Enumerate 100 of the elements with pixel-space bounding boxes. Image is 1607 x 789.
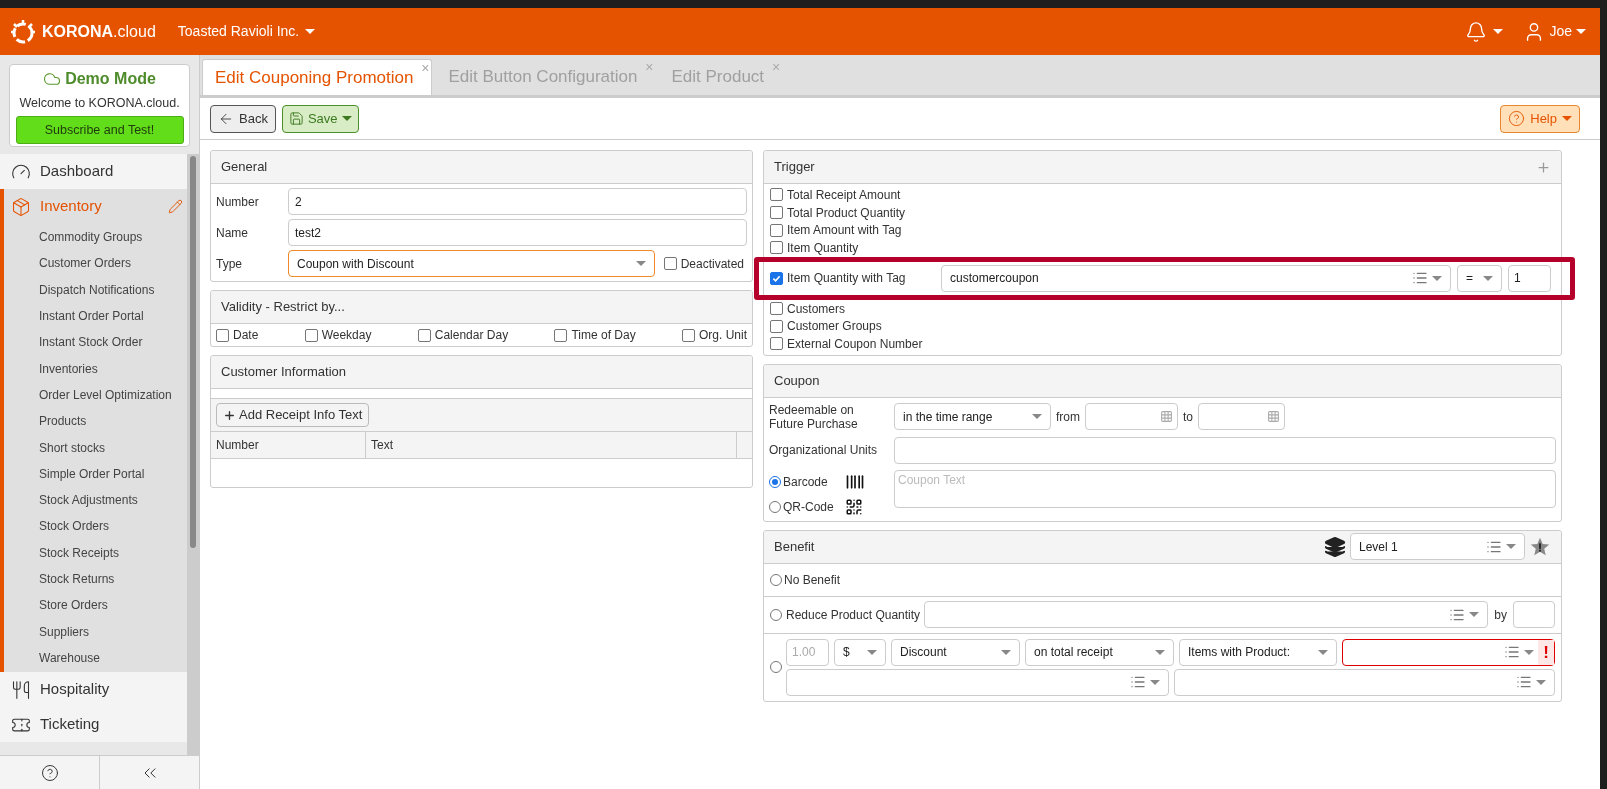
checkbox[interactable] [770, 337, 783, 351]
save-button[interactable]: Save [281, 104, 359, 133]
nav-subitem[interactable]: Store Orders [4, 592, 187, 619]
checkbox[interactable] [770, 319, 783, 333]
nav-subitem[interactable]: Simple Order Portal [4, 460, 187, 487]
coupon-text-field[interactable]: Coupon Text [894, 469, 1556, 508]
field-label: Number [216, 193, 260, 211]
edit-icon[interactable] [168, 199, 183, 214]
checkbox[interactable] [417, 328, 431, 342]
currency-select[interactable]: $ [834, 638, 886, 666]
calendar-icon [1160, 410, 1173, 424]
field-label: Name [216, 224, 249, 242]
time-range-select[interactable]: in the time range [894, 403, 1051, 431]
nav-icon [11, 679, 31, 700]
checkbox[interactable] [682, 328, 695, 342]
nav-subitem[interactable]: Customer Orders [4, 250, 187, 277]
radio-button[interactable] [770, 608, 782, 621]
checkbox[interactable] [663, 257, 677, 270]
caret-icon [1483, 275, 1493, 281]
nav-subitem[interactable]: Stock Returns [4, 565, 187, 593]
back-button[interactable]: Back [210, 104, 276, 133]
date-field[interactable] [1085, 403, 1178, 431]
nav-subitem[interactable]: Suppliers [4, 618, 187, 645]
nav-subitem[interactable]: Dispatch Notifications [4, 276, 187, 303]
checkbox[interactable] [770, 188, 783, 202]
subscribe-button[interactable]: Subscribe and Test! [15, 115, 184, 144]
nav-subitem[interactable]: Commodity Groups [4, 224, 187, 251]
checkbox[interactable] [770, 223, 783, 237]
caret-icon [1469, 612, 1480, 618]
amount-field[interactable]: 1.00 [786, 638, 829, 666]
field-label: by [1494, 606, 1507, 624]
checkbox[interactable] [770, 241, 783, 255]
field-label: Type [216, 255, 243, 273]
caret-icon [635, 261, 646, 266]
type-select[interactable]: Coupon with Discount [288, 250, 655, 277]
radio-button[interactable] [770, 661, 782, 674]
add-icon[interactable] [1536, 159, 1551, 175]
radio-button[interactable] [770, 573, 782, 586]
notifications-button[interactable] [1465, 20, 1504, 43]
tab[interactable]: Edit Couponing Promotion × [202, 59, 433, 95]
radio-label: QR-Code [783, 498, 835, 516]
nav-item[interactable]: Ticketing [0, 707, 187, 743]
radio-label: No Benefit [784, 571, 841, 589]
input-field[interactable]: test2 [288, 219, 747, 246]
brand-logo[interactable]: KORONA.cloud [42, 19, 156, 44]
nav-subitem[interactable]: Stock Orders [4, 513, 187, 540]
tag-select[interactable]: customercoupon [941, 264, 1451, 292]
checkbox[interactable] [770, 206, 783, 220]
panel-title: Customer Information [221, 363, 347, 382]
nav-item[interactable]: Hospitality [0, 672, 187, 708]
caret-icon [867, 649, 877, 655]
checkbox-label: Weekday [321, 327, 372, 344]
radio-button[interactable] [769, 475, 781, 488]
radio-button[interactable] [769, 500, 781, 513]
nav-subitem[interactable]: Short stocks [4, 434, 187, 461]
nav-subitem[interactable]: Warehouse [4, 644, 187, 672]
field-label: from [1056, 408, 1080, 426]
checkbox-label: Total Receipt Amount [787, 186, 901, 204]
checkbox[interactable] [770, 271, 783, 285]
target-select[interactable]: Items with Product: [1179, 638, 1337, 666]
caret-icon [1032, 414, 1042, 420]
discount-type-select[interactable]: Discount [891, 638, 1020, 666]
checkbox[interactable] [554, 328, 568, 342]
date-field[interactable] [1198, 403, 1285, 431]
field-label: to [1183, 408, 1193, 426]
nav-subitem[interactable]: Instant Stock Order [4, 329, 187, 356]
nav-subitem[interactable]: Order Level Optimization [4, 381, 187, 409]
caret-icon [1493, 29, 1504, 34]
product-select[interactable]: ! [1342, 638, 1555, 666]
input-field[interactable]: 2 [288, 188, 747, 215]
welcome-text: Welcome to KORONA.cloud. [19, 95, 180, 113]
checkbox-label: Org. Unit [699, 327, 747, 344]
checkbox[interactable] [304, 328, 318, 342]
plus-icon [223, 408, 236, 422]
nav-subitem[interactable]: Instant Order Portal [4, 302, 187, 330]
user-menu[interactable]: Joe [1523, 20, 1586, 43]
input-field[interactable] [894, 436, 1556, 464]
help-icon [1508, 110, 1526, 127]
panel-title: Validity - Restrict by... [221, 298, 346, 317]
nav-subitem[interactable]: Products [4, 408, 187, 435]
company-dropdown[interactable]: Toasted Ravioli Inc. [177, 21, 316, 42]
checkbox[interactable] [770, 302, 783, 316]
error-icon: ! [1538, 639, 1554, 665]
nav-subitem[interactable]: Inventories [4, 355, 187, 382]
checkbox[interactable] [216, 328, 229, 342]
level-select[interactable]: Level 1 [1350, 533, 1525, 561]
input-field[interactable] [1513, 601, 1555, 629]
operator-select[interactable]: = [1457, 264, 1502, 292]
layers-icon [1324, 535, 1346, 558]
add-receipt-button[interactable]: Add Receipt Info Text [216, 403, 370, 427]
caret-icon [1536, 679, 1546, 685]
caret-icon [1150, 679, 1160, 685]
input-field[interactable]: 1 [1508, 264, 1551, 292]
radio-label: Barcode [783, 473, 829, 491]
nav-item[interactable]: Dashboard [0, 154, 187, 189]
caret-icon [1155, 649, 1165, 655]
scope-select[interactable]: on total receipt [1025, 638, 1174, 666]
caret-icon [1432, 275, 1442, 281]
nav-subitem[interactable]: Stock Receipts [4, 539, 187, 566]
nav-subitem[interactable]: Stock Adjustments [4, 486, 187, 514]
